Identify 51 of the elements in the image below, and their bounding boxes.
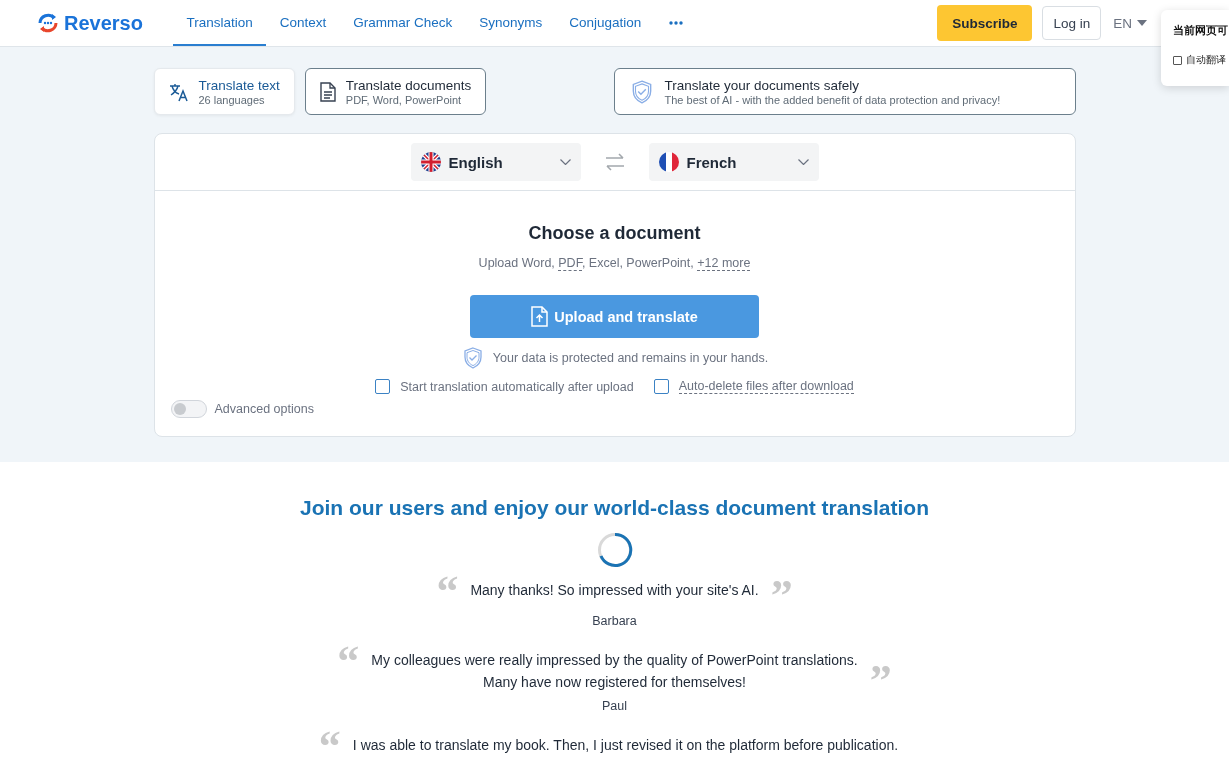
chevron-down-icon (559, 159, 571, 165)
more-icon[interactable] (668, 21, 683, 25)
testimonial-author: Paul (602, 699, 627, 713)
login-button[interactable]: Log in (1042, 6, 1102, 40)
checkbox-label[interactable]: Start translation automatically after upload (400, 379, 634, 394)
france-flag-icon (658, 152, 679, 172)
checkbox[interactable] (1173, 55, 1182, 65)
quote-mark: “ (318, 725, 341, 755)
upload-title: Choose a document (528, 223, 701, 244)
checkbox-label[interactable]: 自动翻译 (1186, 53, 1226, 67)
checkbox[interactable] (653, 379, 669, 394)
logo-text[interactable]: Reverso (64, 11, 143, 35)
nav-tab[interactable]: Grammar Check (339, 0, 466, 46)
document-icon (319, 81, 336, 102)
logo-icon (36, 11, 60, 35)
advanced-options-toggle[interactable] (170, 400, 207, 418)
mode-tab[interactable]: Translate text 26 languages (153, 68, 295, 115)
swap-languages-button[interactable] (604, 153, 625, 171)
quote-mark: ” (869, 659, 892, 689)
loading-spinner-icon (596, 532, 633, 568)
nav-tab[interactable]: Conjugation (555, 0, 655, 46)
checkbox[interactable] (375, 379, 391, 394)
language-select[interactable]: English (410, 143, 581, 181)
uk-flag-icon (420, 152, 441, 172)
quote-mark: “ (436, 570, 459, 600)
testimonial-text: I was able to translate my book. Then, I just revised it on the platform before publication. (352, 736, 899, 755)
translate-icon (168, 81, 189, 102)
nav-tab[interactable]: Context (266, 0, 340, 46)
format-link[interactable]: +12 more (697, 256, 751, 271)
supported-formats-text: Upload Word, PDF, Excel, PowerPoint, +12 more (478, 256, 751, 270)
toggle-label: Advanced options (214, 402, 314, 416)
chevron-down-icon (797, 159, 809, 165)
subscribe-button[interactable]: Subscribe (937, 5, 1033, 41)
testimonial-text: Many thanks! So impressed with your site's AI. (470, 581, 759, 600)
testimonial-author: Barbara (592, 614, 637, 628)
quote-mark: ” (770, 574, 793, 604)
caret-icon[interactable] (1137, 20, 1147, 26)
privacy-note: Your data is protected and remains in your hands. (492, 351, 769, 365)
quote-mark: “ (337, 640, 360, 670)
format-link[interactable]: PDF (558, 256, 582, 271)
mode-tab[interactable]: Translate documents PDF, Word, PowerPoint (304, 68, 487, 115)
section-heading: Join our users and enjoy our world-class document translation (300, 496, 929, 520)
checkbox-label[interactable]: Auto-delete files after download (678, 379, 854, 394)
testimonial-text: My colleagues were really impressed by the quality of PowerPoint translations. Many have now registered for themselves! (371, 651, 858, 692)
language-select[interactable]: French (648, 143, 819, 181)
file-upload-icon (531, 306, 549, 327)
language-selector[interactable]: EN (1113, 15, 1132, 31)
upload-button[interactable]: Upload and translate (470, 295, 759, 338)
promo-banner[interactable]: Translate your documents safely The best of AI - with the added benefit of data protection and privacy! (613, 68, 1076, 115)
nav-tab[interactable]: Synonyms (465, 0, 556, 46)
popup-title: 当前网页可 (1173, 23, 1229, 38)
